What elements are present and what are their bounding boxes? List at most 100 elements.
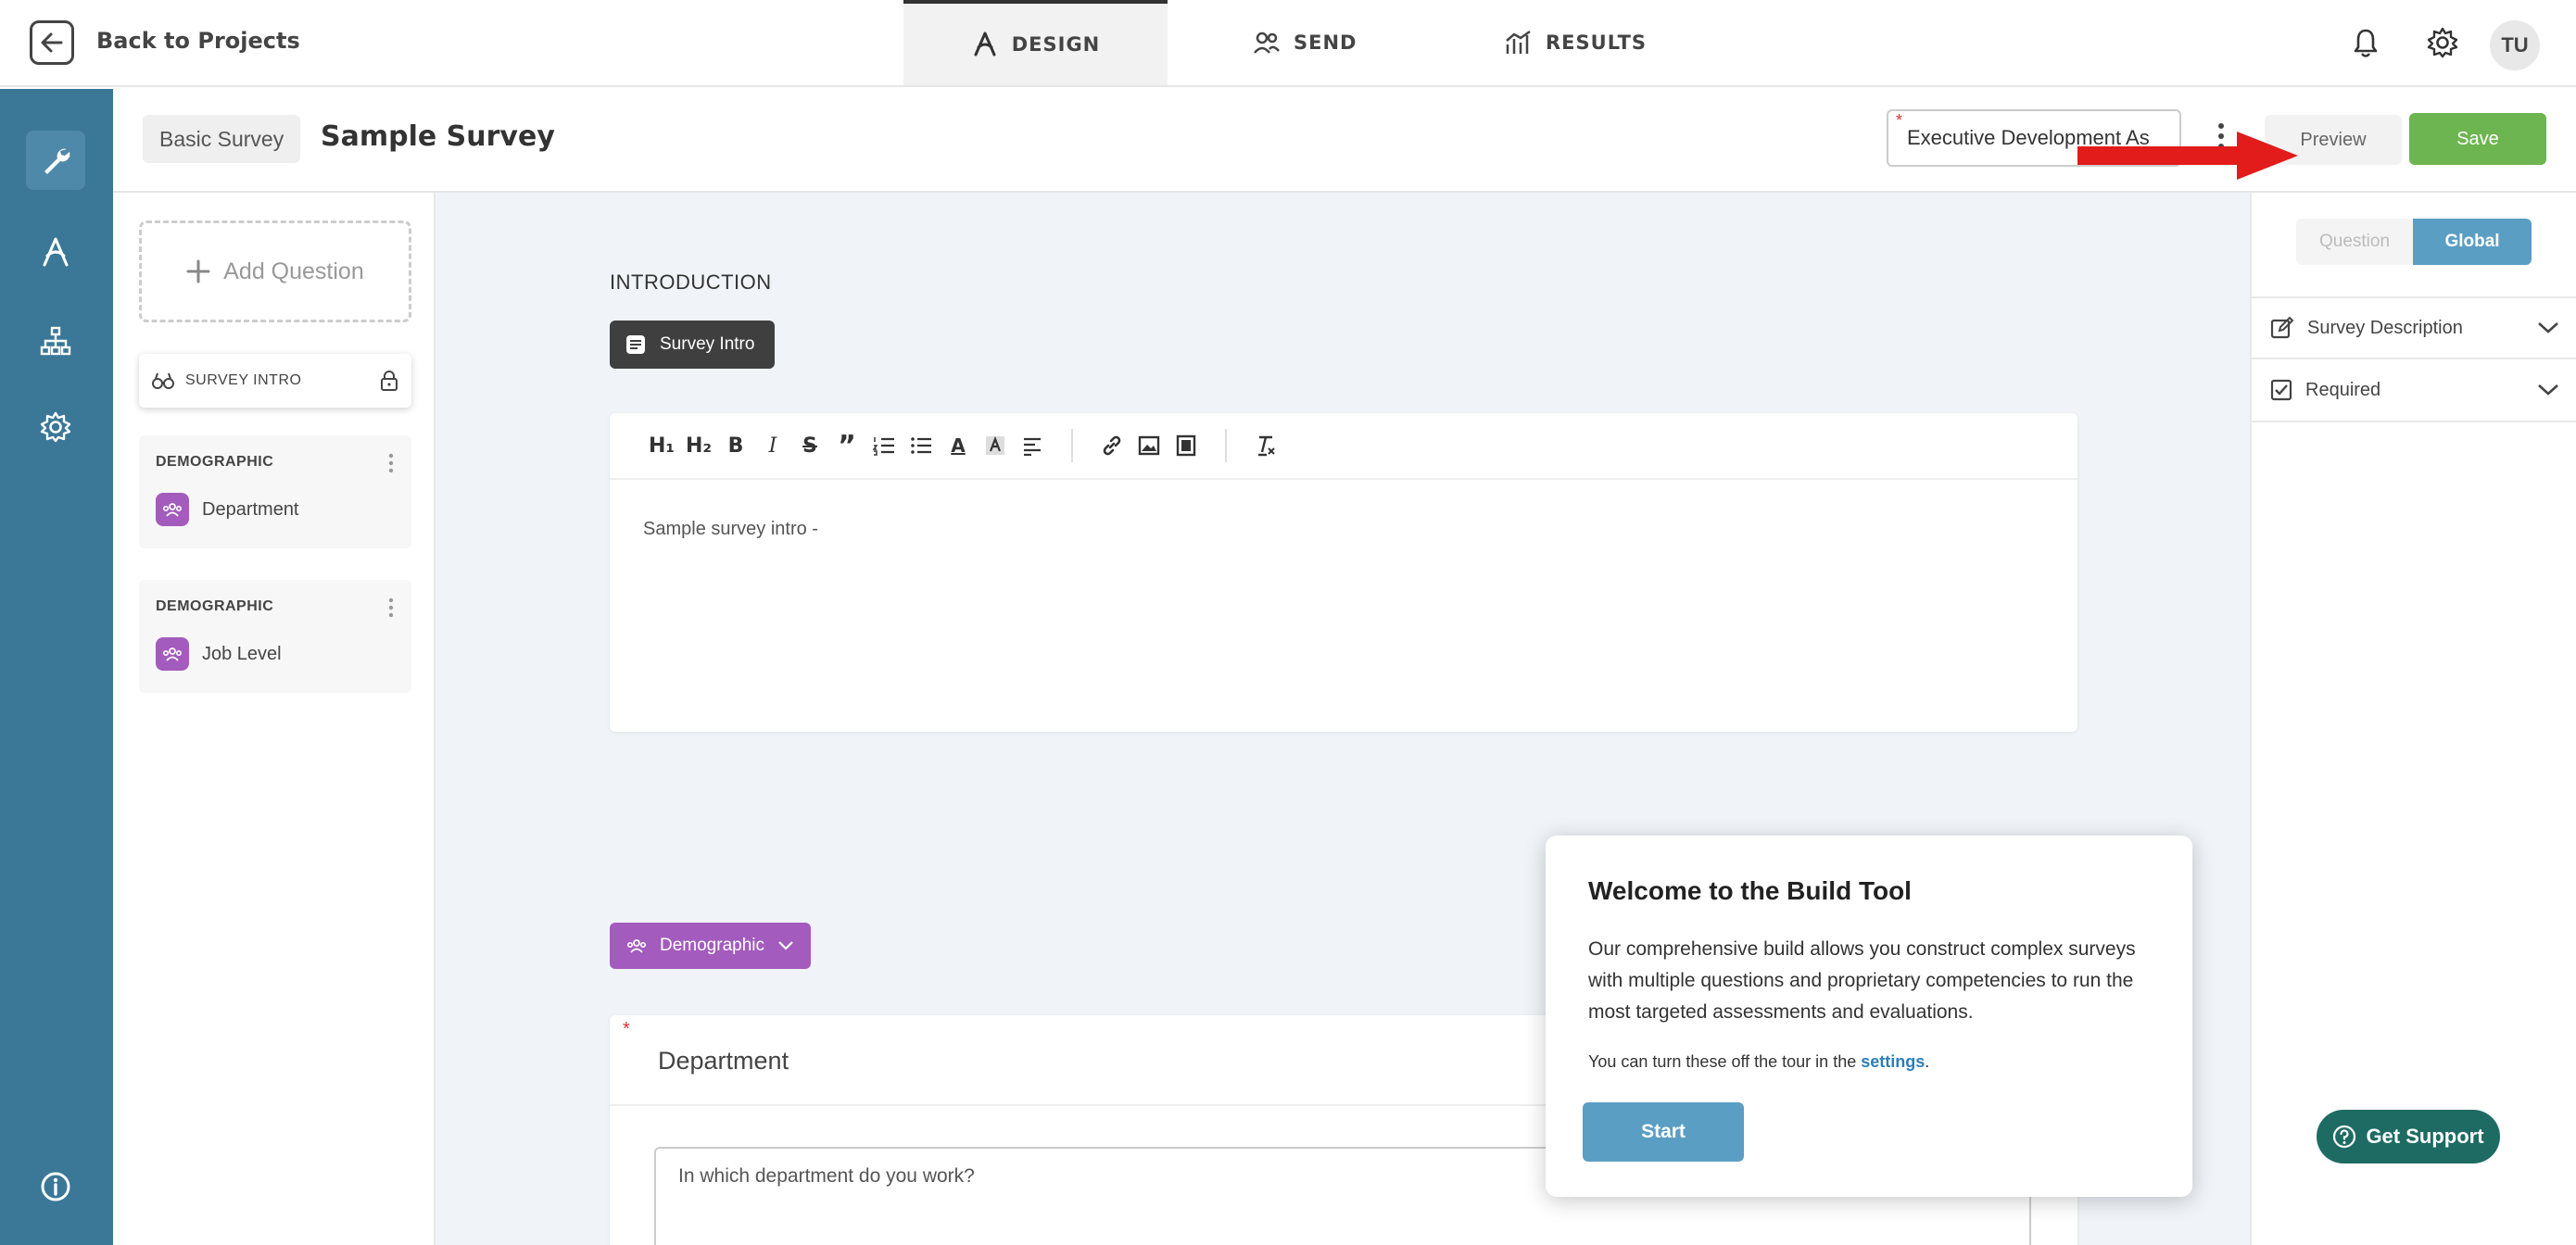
ordered-list-icon [873, 437, 894, 456]
question-list-panel: Add Question SURVEY INTRO DEMOGRAPHIC De… [113, 193, 436, 1245]
chevron-down-icon [778, 941, 793, 950]
survey-intro-tag-label: Survey Intro [660, 334, 755, 354]
bullet-list-icon [911, 437, 931, 454]
edit-icon [2270, 316, 2294, 339]
question-label: Job Level [202, 643, 282, 664]
demographic-icon [626, 939, 647, 953]
question-title[interactable]: Department [658, 1047, 789, 1075]
clear-format-icon [1258, 435, 1275, 457]
text-block-icon [626, 335, 645, 354]
settings-link[interactable]: settings [1861, 1052, 1925, 1071]
user-avatar[interactable]: TU [2490, 20, 2540, 70]
tour-body: Our comprehensive build allows you const… [1588, 938, 2136, 1023]
question-label: Department [202, 498, 299, 520]
bullet-list-button[interactable] [903, 427, 940, 464]
question-options-icon[interactable] [387, 452, 395, 474]
hierarchy-icon[interactable] [26, 311, 85, 371]
image-button[interactable] [1130, 427, 1168, 464]
notifications-bell-icon[interactable] [2352, 28, 2380, 59]
survey-description-accordion[interactable]: Survey Description [2252, 296, 2576, 359]
binoculars-icon [152, 372, 174, 389]
video-icon [1176, 434, 1196, 457]
help-icon [2333, 1125, 2356, 1149]
settings-icon[interactable] [26, 397, 85, 457]
red-arrow-annotation [2077, 132, 2298, 180]
toolbar-divider [1225, 429, 1227, 462]
chevron-down-icon [2538, 384, 2558, 396]
survey-type-badge: Basic Survey [143, 115, 301, 163]
left-icon-rail [0, 89, 113, 1245]
ordered-list-button[interactable] [865, 427, 903, 464]
get-support-button[interactable]: Get Support [2317, 1110, 2500, 1163]
survey-intro-tag: Survey Intro [610, 321, 776, 369]
text-color-button[interactable]: A [940, 427, 977, 464]
back-to-projects-link[interactable]: Back to Projects [96, 28, 300, 54]
tab-design[interactable]: DESIGN [903, 0, 1168, 85]
info-icon[interactable] [26, 1157, 85, 1216]
tab-send[interactable]: SEND [1253, 0, 1357, 85]
question-options-icon[interactable] [387, 597, 395, 619]
question-card-department[interactable]: DEMOGRAPHIC Department [139, 435, 411, 548]
align-left-icon [1024, 437, 1041, 456]
demographic-dropdown-label: Demographic [660, 936, 764, 955]
settings-gear-icon[interactable] [2426, 26, 2459, 59]
tab-results[interactable]: RESULTS [1505, 0, 1647, 85]
tour-note: You can turn these off the tour in the s… [1588, 1052, 1929, 1072]
bold-button[interactable]: B [717, 427, 754, 464]
required-label: Required [2305, 379, 2381, 400]
wrench-icon[interactable] [26, 131, 85, 190]
back-button[interactable] [30, 20, 74, 65]
blockquote-button[interactable]: ” [828, 427, 865, 464]
heading-1-button[interactable]: H₁ [643, 427, 680, 464]
heading-2-button[interactable]: H₂ [680, 427, 717, 464]
get-support-label: Get Support [2366, 1125, 2484, 1148]
highlight-icon [986, 435, 1004, 455]
checkbox-icon [2270, 379, 2292, 401]
save-button[interactable]: Save [2409, 113, 2546, 165]
rich-text-editor: H₁ H₂ B I S ” A Sample survey intro - [610, 413, 2077, 732]
required-accordion[interactable]: Required [2252, 359, 2576, 422]
toolbar-divider [1071, 429, 1073, 462]
tab-design-label: DESIGN [1011, 33, 1101, 56]
question-scope-button[interactable]: Question [2296, 219, 2413, 265]
required-asterisk: * [623, 1019, 630, 1039]
arrow-left-icon [41, 32, 63, 53]
question-card-job-level[interactable]: DEMOGRAPHIC Job Level [139, 580, 411, 693]
global-scope-button[interactable]: Global [2413, 219, 2532, 265]
demographic-icon [156, 493, 189, 526]
tour-note-text: You can turn these off the tour in the [1588, 1052, 1862, 1071]
tour-title: Welcome to the Build Tool [1588, 876, 1912, 905]
survey-title[interactable]: Sample Survey [321, 120, 555, 153]
lock-icon [381, 371, 398, 391]
link-icon [1103, 435, 1121, 456]
users-icon [1254, 31, 1280, 54]
image-icon [1138, 435, 1160, 456]
top-navigation-bar: Back to Projects DESIGN SEND RESULTS TU [0, 0, 2576, 87]
question-category: DEMOGRAPHIC [156, 454, 274, 470]
editor-content[interactable]: Sample survey intro - [643, 519, 818, 540]
link-button[interactable] [1093, 427, 1130, 464]
tab-send-label: SEND [1294, 31, 1357, 54]
video-button[interactable] [1168, 427, 1205, 464]
italic-button[interactable]: I [754, 427, 791, 464]
align-button[interactable] [1014, 427, 1051, 464]
demographic-dropdown[interactable]: Demographic [610, 923, 811, 969]
properties-panel: Question Global Survey Description Requi… [2250, 193, 2576, 1245]
editor-toolbar: H₁ H₂ B I S ” A [610, 413, 2077, 480]
design-compass-icon[interactable] [26, 222, 85, 282]
required-asterisk: * [1896, 111, 1903, 130]
welcome-tour-popup: Welcome to the Build Tool Our comprehens… [1546, 836, 2192, 1197]
start-tour-button[interactable]: Start [1583, 1102, 1744, 1162]
chart-icon [1506, 30, 1531, 54]
clear-format-button[interactable] [1247, 427, 1284, 464]
introduction-heading: INTRODUCTION [610, 270, 772, 294]
add-question-label: Add Question [223, 258, 364, 284]
add-question-button[interactable]: Add Question [139, 220, 411, 322]
highlight-button[interactable] [977, 427, 1014, 464]
survey-intro-label: SURVEY INTRO [185, 372, 302, 388]
survey-intro-item[interactable]: SURVEY INTRO [139, 354, 411, 408]
demographic-icon [156, 637, 189, 671]
tab-results-label: RESULTS [1546, 31, 1648, 54]
survey-description-label: Survey Description [2307, 317, 2463, 338]
strikethrough-button[interactable]: S [791, 427, 828, 464]
